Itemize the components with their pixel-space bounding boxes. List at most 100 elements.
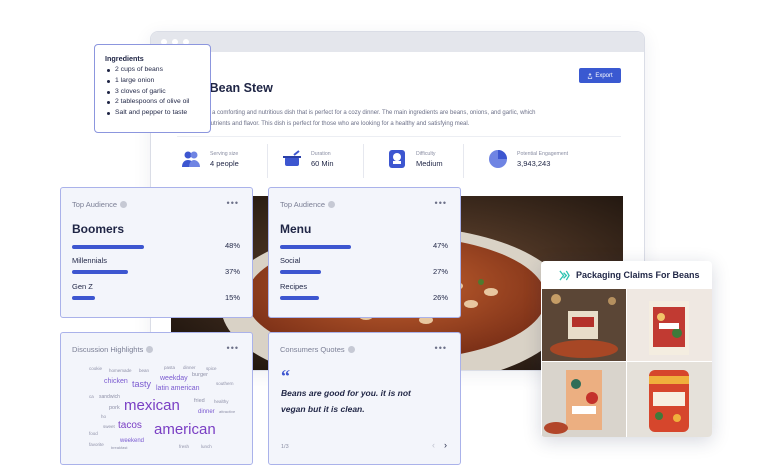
- panel-header: Top Audience: [72, 200, 128, 209]
- word: fresh: [179, 444, 190, 449]
- list-item: 2 cups of beans: [105, 65, 210, 76]
- packaging-image-grid: [541, 289, 712, 437]
- chef-hat-icon: [387, 149, 407, 169]
- stage: ty Bean Stew Export tew is a comforting …: [0, 0, 766, 473]
- top-audience-panel: Top Audience ••• Boomers 48% Millennials…: [60, 187, 253, 318]
- stat-label: Duration: [311, 150, 331, 157]
- bar-fill: [72, 296, 95, 300]
- stat-label: Difficulty: [416, 150, 436, 157]
- next-arrow-icon[interactable]: ›: [444, 440, 447, 450]
- info-icon[interactable]: [347, 346, 355, 353]
- pot-icon: [282, 149, 302, 169]
- audience-bar: [72, 270, 222, 274]
- word: pasta: [164, 365, 176, 370]
- packaging-claims-card: Packaging Claims For Beans: [541, 261, 712, 437]
- stat-serving-size: Serving size 4 people: [181, 149, 239, 169]
- stat-engagement: Potential Engagement 3,943,243: [488, 149, 568, 169]
- recipe-description: tew is a comforting and nutritious dish …: [195, 108, 595, 130]
- word: american: [154, 421, 216, 438]
- description-line: tew is a comforting and nutritious dish …: [195, 110, 536, 116]
- packaging-image[interactable]: [542, 362, 626, 437]
- more-menu-icon[interactable]: •••: [435, 343, 447, 353]
- list-item: 3 cloves of garlic: [105, 87, 210, 98]
- audience-bar: [280, 245, 430, 249]
- info-icon[interactable]: [120, 201, 128, 208]
- top-audience-channel-panel: Top Audience ••• Menu 47% Social 27% Rec…: [268, 187, 461, 318]
- audience-bar: [72, 245, 222, 249]
- window-title-bar: [151, 32, 644, 52]
- word: dinner: [198, 409, 215, 415]
- packaging-header: Packaging Claims For Beans: [541, 261, 712, 289]
- word: favorite: [89, 442, 104, 447]
- word: sweet: [103, 424, 115, 429]
- audience-percent: 47%: [432, 241, 448, 250]
- bar-fill: [280, 296, 319, 300]
- export-button[interactable]: Export: [579, 68, 621, 83]
- word: burger: [192, 372, 208, 378]
- stat-difficulty: Difficulty Medium: [387, 149, 443, 169]
- quote-text: Beans are good for you. it is not vegan …: [281, 388, 411, 414]
- bar-fill: [280, 270, 321, 274]
- stat-value: 3,943,243: [517, 158, 551, 168]
- stat-label: Serving size: [210, 150, 239, 157]
- stat-value: 4 people: [210, 158, 239, 168]
- audience-percent: 48%: [224, 241, 240, 250]
- export-icon: [588, 72, 593, 79]
- divider: [267, 144, 268, 178]
- audience-bar: [72, 296, 222, 300]
- word: tasty: [132, 379, 152, 389]
- quote-mark-icon: “: [281, 366, 290, 386]
- pie-chart-icon: [488, 149, 508, 169]
- stat-value: Medium: [416, 158, 443, 168]
- stat-label: Potential Engagement: [517, 150, 569, 157]
- packaging-image[interactable]: [627, 362, 712, 437]
- audience-percent: 27%: [432, 267, 448, 276]
- word: dinner: [183, 365, 196, 370]
- word: bean: [139, 368, 150, 373]
- bar-fill: [72, 270, 128, 274]
- panel-title: Top Audience: [72, 200, 118, 209]
- prev-arrow-icon[interactable]: ‹: [432, 440, 435, 450]
- packaging-image[interactable]: [627, 289, 712, 361]
- divider: [463, 144, 464, 178]
- audience-bar: [280, 270, 430, 274]
- info-icon[interactable]: [328, 201, 336, 208]
- ingredients-list: 2 cups of beans 1 large onion 3 cloves o…: [105, 65, 210, 119]
- quote-page-indicator: 1/3: [281, 444, 289, 450]
- bar-fill: [280, 245, 351, 249]
- word: cookie: [89, 366, 103, 371]
- more-menu-icon[interactable]: •••: [435, 198, 447, 208]
- consumers-quotes-panel: Consumers Quotes ••• “ Beans are good fo…: [268, 332, 461, 465]
- word: spice: [206, 366, 217, 371]
- packaging-image[interactable]: [542, 289, 626, 361]
- word: pork: [109, 405, 120, 411]
- top-audience-name: Menu: [280, 222, 312, 236]
- divider: [363, 144, 364, 178]
- export-label: Export: [595, 72, 613, 79]
- audience-label: Millennials: [72, 256, 108, 265]
- word: latin american: [156, 385, 200, 392]
- panel-title: Top Audience: [280, 200, 326, 209]
- word: attractive: [219, 409, 236, 414]
- more-menu-icon[interactable]: •••: [227, 343, 239, 353]
- word: ca: [89, 394, 94, 399]
- panel-header: Consumers Quotes: [280, 345, 355, 354]
- divider: [177, 136, 621, 137]
- quote-navigation: ‹ ›: [432, 440, 447, 450]
- list-item: 1 large onion: [105, 76, 210, 87]
- ingredients-card: Ingredients 2 cups of beans 1 large onio…: [94, 44, 211, 133]
- more-menu-icon[interactable]: •••: [227, 198, 239, 208]
- word: ho: [101, 414, 107, 419]
- word: food: [89, 431, 98, 436]
- discussion-highlights-panel: Discussion Highlights ••• cookie homemad…: [60, 332, 253, 465]
- word: mexican: [124, 397, 180, 414]
- panel-header: Discussion Highlights: [72, 345, 154, 354]
- info-icon[interactable]: [146, 346, 154, 353]
- word: tacos: [118, 420, 142, 431]
- audience-percent: 26%: [432, 293, 448, 302]
- audience-label: Recipes: [280, 282, 308, 291]
- word: chicken: [104, 378, 128, 385]
- list-item: 2 tablespoons of olive oil: [105, 97, 210, 108]
- packaging-title: Packaging Claims For Beans: [576, 270, 700, 280]
- ingredients-title: Ingredients: [105, 54, 144, 63]
